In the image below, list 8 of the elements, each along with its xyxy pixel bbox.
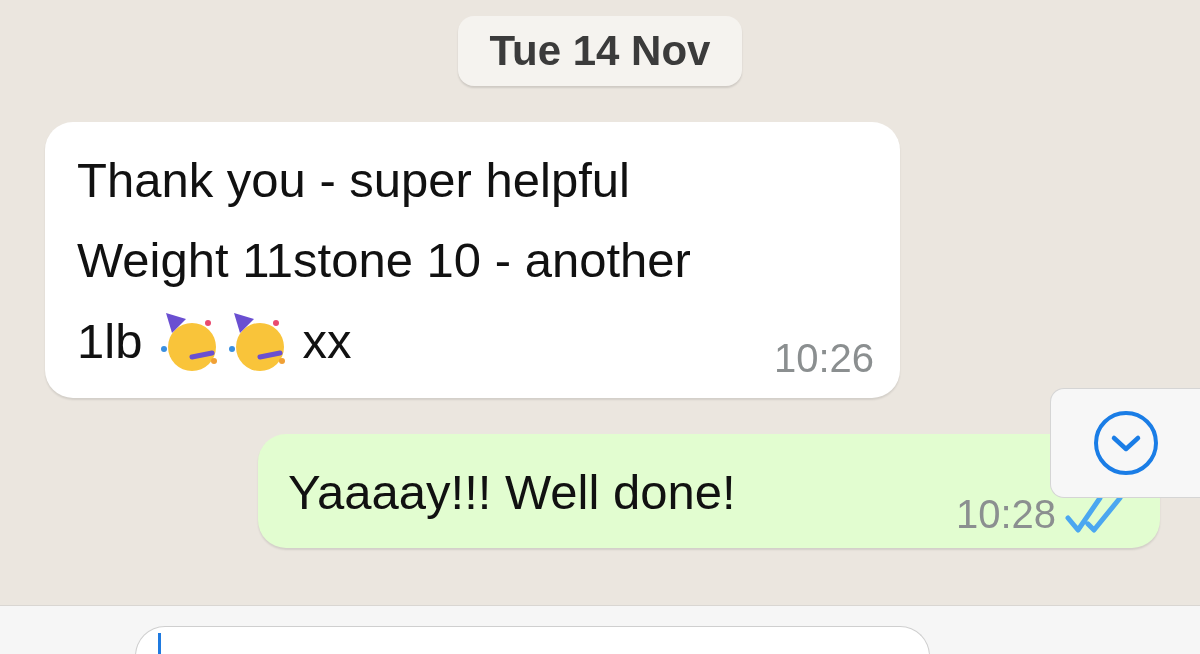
chevron-down-icon — [1092, 410, 1159, 476]
message-time: 10:26 — [773, 335, 874, 382]
date-label: Tue 14 Nov — [457, 16, 743, 86]
message-text: 1lb — [77, 313, 143, 370]
message-text: xx — [302, 313, 352, 370]
message-time: 10:28 — [955, 491, 1056, 538]
message-text: Yaaaay!!! Well done! — [288, 464, 736, 521]
scroll-down-button[interactable] — [1050, 388, 1200, 498]
